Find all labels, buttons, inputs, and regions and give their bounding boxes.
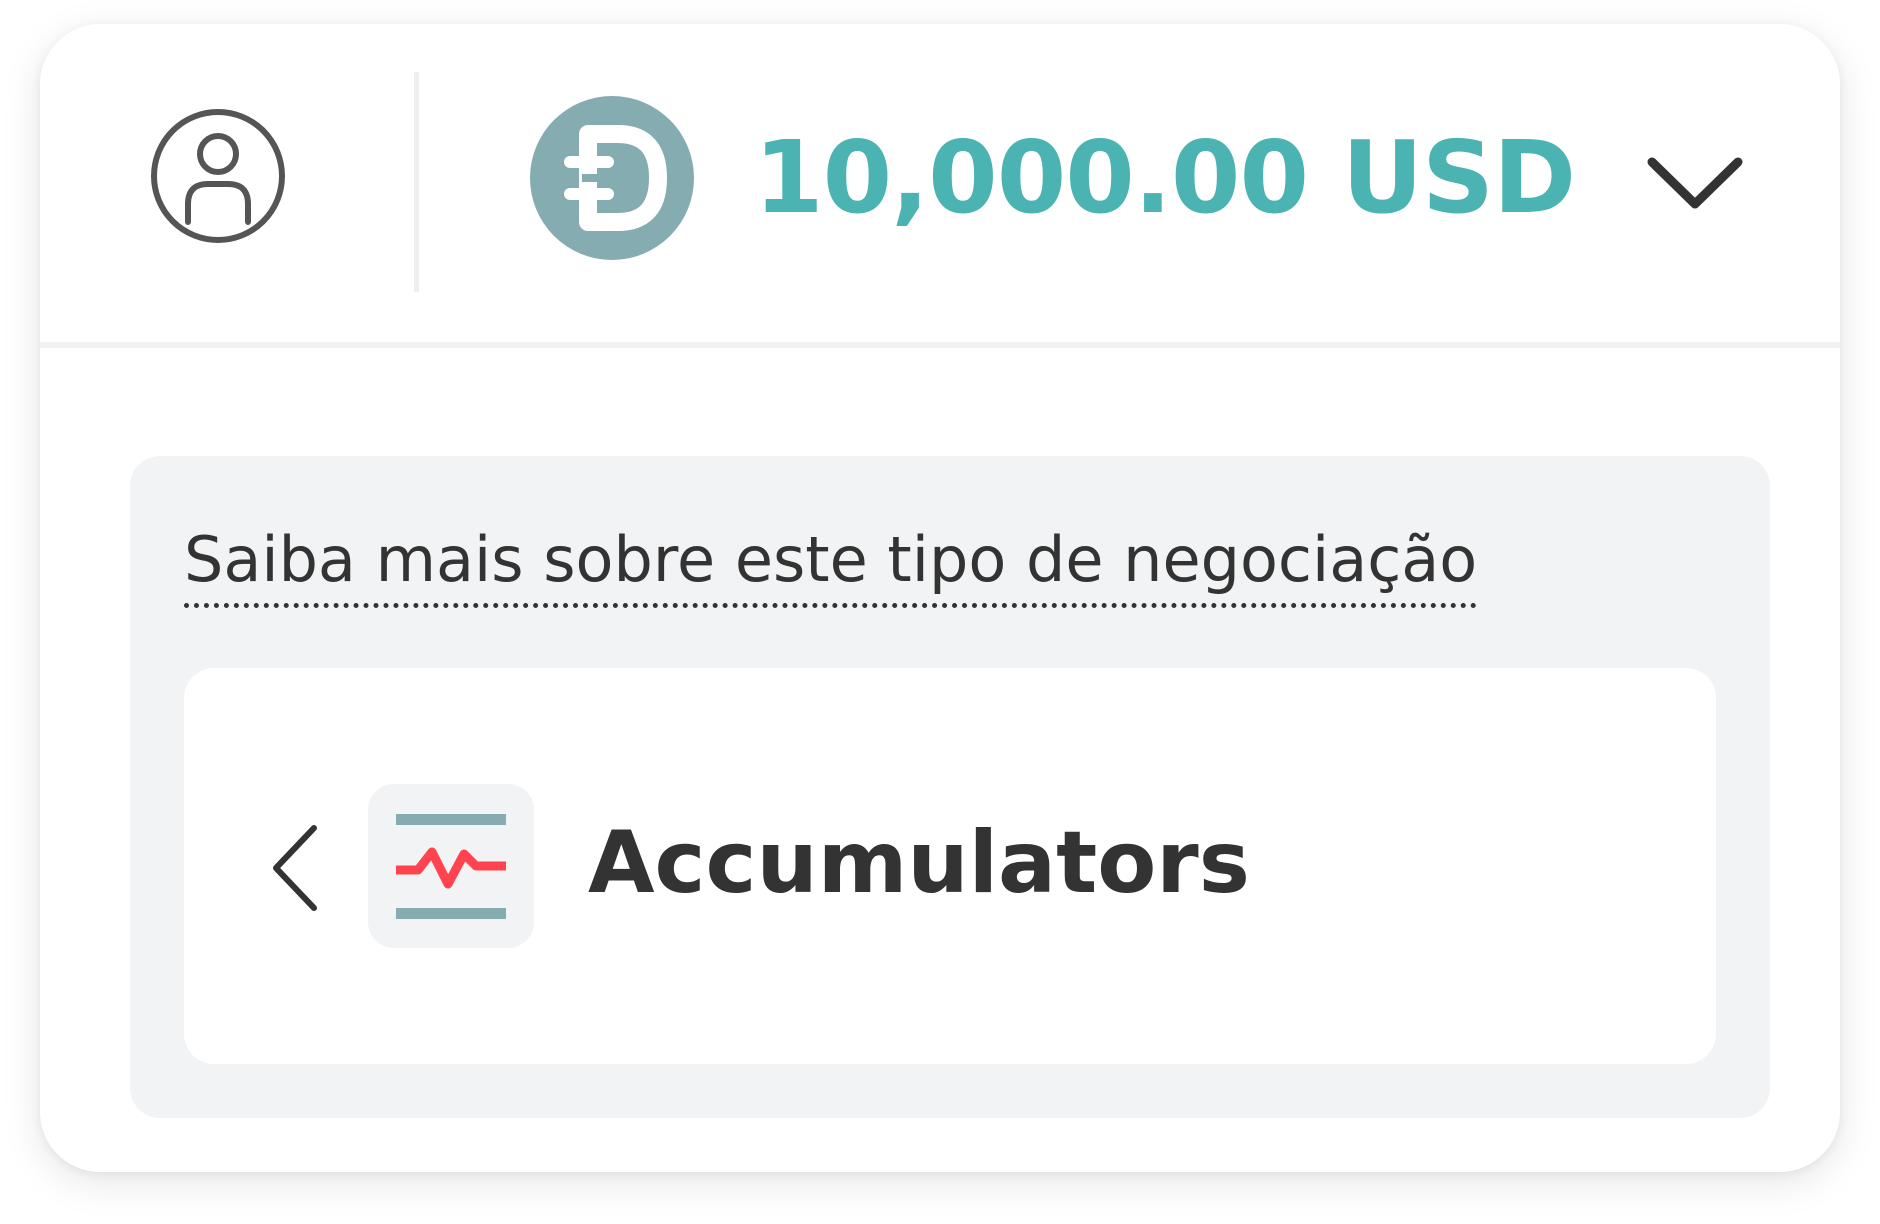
header: 10,000.00 USD	[40, 24, 1840, 348]
header-divider	[414, 72, 419, 292]
trade-info-panel: Saiba mais sobre este tipo de negociação…	[130, 456, 1770, 1118]
balance-selector[interactable]: 10,000.00 USD	[530, 96, 1576, 260]
user-circle-icon	[151, 109, 285, 243]
learn-more-link[interactable]: Saiba mais sobre este tipo de negociação	[184, 524, 1478, 609]
trade-type-title: Accumulators	[588, 813, 1250, 913]
balance-amount: 10,000.00 USD	[754, 119, 1576, 236]
account-card: 10,000.00 USD Saiba mais sobre este tipo…	[40, 24, 1840, 1172]
account-button[interactable]	[148, 106, 288, 246]
trade-type-icon-tile	[368, 784, 534, 948]
accumulators-icon	[396, 814, 506, 919]
deriv-demo-currency-icon	[530, 96, 694, 260]
trade-type-card: Accumulators	[184, 668, 1716, 1064]
chevron-left-icon[interactable]	[260, 818, 330, 918]
chevron-down-icon[interactable]	[1640, 144, 1750, 224]
